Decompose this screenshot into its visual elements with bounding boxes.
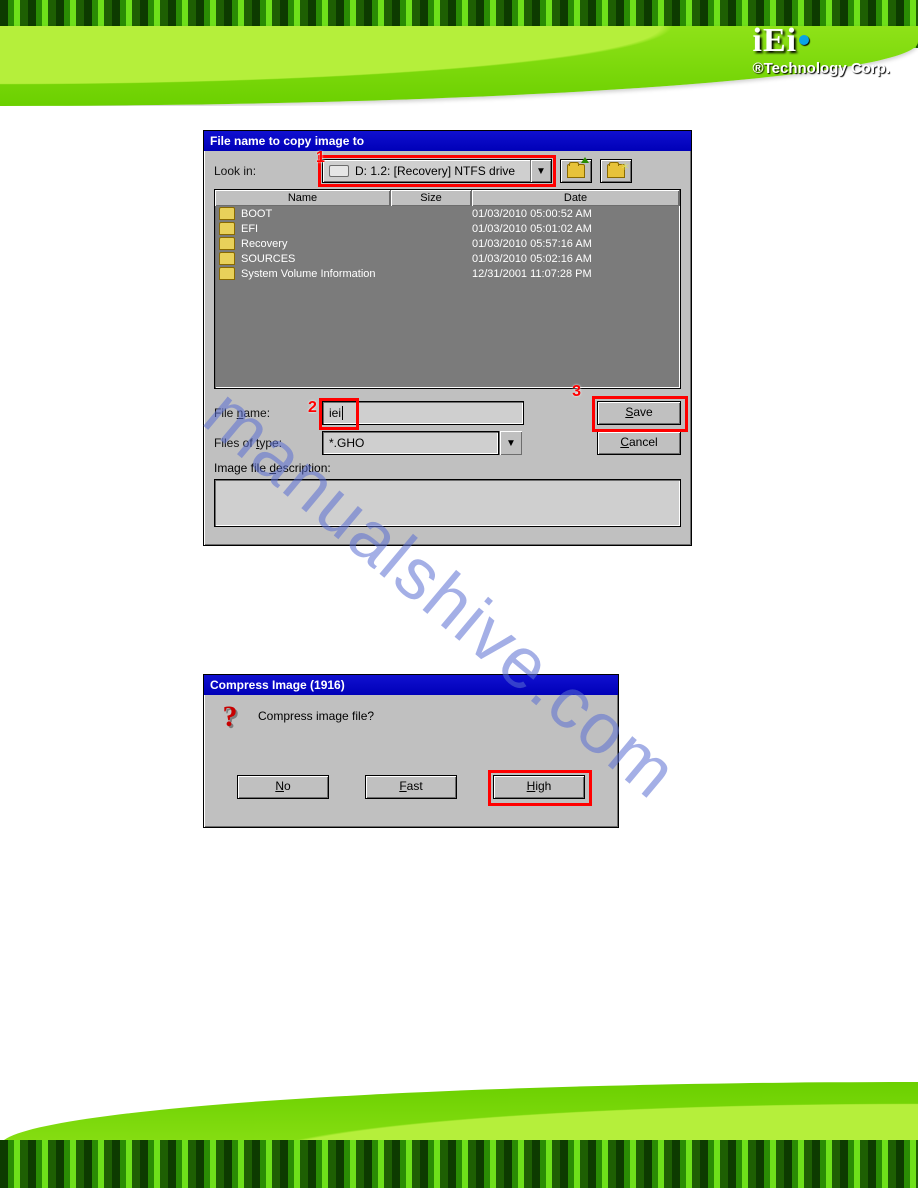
cancel-button[interactable]: Cancel bbox=[597, 431, 681, 455]
dialog-title: Compress Image (1916) bbox=[204, 675, 618, 695]
sparkle-icon: ＊ bbox=[620, 158, 630, 173]
annotation-3: 3 bbox=[572, 383, 581, 401]
col-name[interactable]: Name bbox=[215, 190, 391, 206]
folder-icon bbox=[219, 222, 235, 235]
table-row[interactable]: EFI 01/03/2010 05:01:02 AM bbox=[215, 221, 680, 236]
page-header-decor: iEi ®Technology Corp. bbox=[0, 0, 918, 106]
drive-icon bbox=[329, 165, 349, 177]
compress-question: Compress image file? bbox=[258, 705, 374, 723]
filetype-value: *.GHO bbox=[329, 436, 364, 450]
table-row[interactable]: SOURCES 01/03/2010 05:02:16 AM bbox=[215, 251, 680, 266]
lookin-value: D: 1.2: [Recovery] NTFS drive bbox=[355, 164, 530, 178]
page-footer-decor bbox=[0, 1068, 918, 1188]
up-folder-button[interactable] bbox=[560, 159, 592, 183]
dialog-title: File name to copy image to bbox=[204, 131, 691, 151]
folder-icon bbox=[219, 252, 235, 265]
logo-text: iEi bbox=[753, 22, 798, 59]
new-folder-button[interactable]: ＊ bbox=[600, 159, 632, 183]
folder-icon bbox=[219, 207, 235, 220]
chevron-down-icon[interactable]: ▼ bbox=[499, 431, 522, 455]
folder-icon bbox=[567, 164, 585, 178]
up-arrow-icon bbox=[581, 157, 589, 163]
filename-value: iei bbox=[329, 406, 341, 420]
col-date[interactable]: Date bbox=[472, 190, 680, 206]
pcb-strip bbox=[0, 1140, 918, 1188]
file-list[interactable]: Name Size Date BOOT 01/03/2010 05:00:52 … bbox=[214, 189, 681, 389]
table-row[interactable]: Recovery 01/03/2010 05:57:16 AM bbox=[215, 236, 680, 251]
chevron-down-icon[interactable]: ▼ bbox=[530, 160, 551, 182]
logo-subtitle: ®Technology Corp. bbox=[753, 60, 890, 77]
save-image-dialog: File name to copy image to Look in: D: 1… bbox=[203, 130, 692, 546]
file-list-header: Name Size Date bbox=[215, 190, 680, 206]
fast-button[interactable]: Fast bbox=[365, 775, 457, 799]
compress-image-dialog: Compress Image (1916) ? Compress image f… bbox=[203, 674, 619, 828]
filetype-label: Files of type: bbox=[214, 436, 322, 450]
filename-label: File name: bbox=[214, 406, 322, 420]
brand-logo: iEi ®Technology Corp. bbox=[753, 22, 890, 77]
annotation-2: 2 bbox=[308, 399, 317, 417]
folder-icon bbox=[219, 267, 235, 280]
filename-input[interactable]: iei bbox=[322, 401, 524, 425]
description-textarea[interactable] bbox=[214, 479, 681, 527]
high-button[interactable]: High bbox=[493, 775, 585, 799]
question-icon: ? bbox=[216, 705, 244, 733]
save-button[interactable]: Save bbox=[597, 401, 681, 425]
no-button[interactable]: No bbox=[237, 775, 329, 799]
lookin-combo[interactable]: D: 1.2: [Recovery] NTFS drive ▼ bbox=[322, 159, 552, 183]
annotation-1: 1 bbox=[316, 149, 325, 167]
table-row[interactable]: BOOT 01/03/2010 05:00:52 AM bbox=[215, 206, 680, 221]
table-row[interactable]: System Volume Information 12/31/2001 11:… bbox=[215, 266, 680, 281]
folder-icon bbox=[219, 237, 235, 250]
description-label: Image file description: bbox=[214, 461, 681, 475]
col-size[interactable]: Size bbox=[391, 190, 472, 206]
logo-dot-icon bbox=[799, 35, 809, 45]
lookin-label: Look in: bbox=[214, 164, 322, 178]
page-content: File name to copy image to Look in: D: 1… bbox=[0, 106, 918, 1068]
filetype-combo[interactable]: *.GHO bbox=[322, 431, 499, 455]
